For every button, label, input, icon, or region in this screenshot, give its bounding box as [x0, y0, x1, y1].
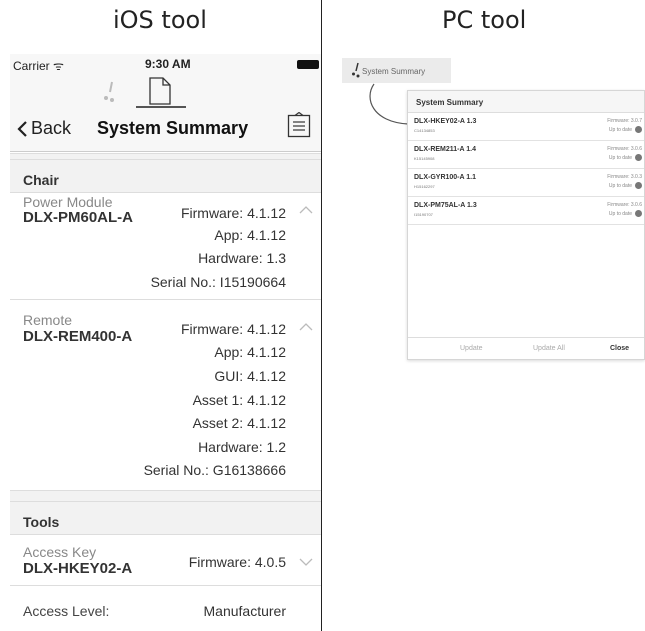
device-firmware: Firmware: 3.0.3: [607, 174, 642, 180]
access-key-label: Access Key: [23, 544, 97, 560]
page-title: System Summary: [97, 118, 249, 138]
device-firmware: Firmware: 3.0.7: [607, 118, 642, 124]
device-name: DLX-REM211-A 1.4: [414, 146, 476, 153]
close-button[interactable]: Close: [610, 345, 629, 352]
tab-system-summary[interactable]: System Summary: [342, 58, 451, 83]
remote-app: App: 4.1.12: [214, 344, 286, 360]
pc-tool-heading: PC tool: [442, 6, 527, 34]
row-divider: [10, 299, 321, 300]
device-serial: K15145908: [414, 156, 435, 161]
power-module-app: App: 4.1.12: [214, 227, 286, 243]
device-status: Up to date: [608, 127, 632, 133]
dialog-title: System Summary: [408, 91, 644, 113]
status-dot-icon: [635, 210, 642, 217]
section-header-tools: Tools: [10, 501, 321, 535]
device-name: DLX-PM75AL-A 1.3: [414, 202, 477, 209]
power-module-hardware: Hardware: 1.3: [198, 250, 286, 266]
device-row[interactable]: DLX-REM211-A 1.4 K15145908 Firmware: 3.0…: [408, 141, 644, 169]
clipboard-icon[interactable]: [287, 112, 311, 138]
status-dot-icon: [635, 126, 642, 133]
chevron-up-icon[interactable]: [299, 322, 313, 332]
device-row[interactable]: DLX-HKEY02-A 1.3 C14134853 Firmware: 3.0…: [408, 113, 644, 141]
remote-gui: GUI: 4.1.12: [214, 368, 286, 384]
wheelchair-icon: [352, 62, 360, 78]
chevron-down-icon[interactable]: [299, 557, 313, 567]
remote-asset-2: Asset 2: 4.1.12: [192, 415, 286, 431]
system-summary-dialog: System Summary DLX-HKEY02-A 1.3 C1413485…: [407, 90, 645, 360]
power-module-label: Power Module: [23, 194, 113, 210]
device-status: Up to date: [608, 183, 632, 189]
device-firmware: Firmware: 3.0.6: [607, 146, 642, 152]
back-label: Back: [31, 118, 72, 138]
power-module-model: DLX-PM60AL-A: [23, 209, 134, 226]
remote-firmware: Firmware: 4.1.12: [180, 321, 286, 337]
device-row[interactable]: DLX-PM75AL-A 1.3 I15190707 Firmware: 3.0…: [408, 197, 644, 225]
update-all-button[interactable]: Update All: [533, 345, 565, 352]
power-module-firmware: Firmware: 4.1.12: [180, 205, 286, 221]
device-serial: H15162297: [414, 184, 435, 189]
status-bar: Carrier ᯤ 9:30 AM: [10, 54, 321, 74]
back-button[interactable]: Back: [16, 118, 71, 139]
panel-divider: [321, 0, 322, 631]
device-status: Up to date: [608, 211, 632, 217]
remote-asset-1: Asset 1: 4.1.12: [192, 392, 286, 408]
carrier-label: Carrier ᯤ: [13, 59, 64, 73]
section-header-chair: Chair: [10, 159, 321, 193]
device-firmware: Firmware: 3.0.6: [607, 202, 642, 208]
status-time: 9:30 AM: [145, 57, 191, 71]
device-status: Up to date: [608, 155, 632, 161]
pointer-arrow: [369, 83, 409, 125]
document-icon[interactable]: [147, 77, 173, 105]
device-name: DLX-HKEY02-A 1.3: [414, 118, 477, 125]
device-name: DLX-GYR100-A 1.1: [414, 174, 476, 181]
chevron-up-icon[interactable]: [299, 205, 313, 215]
device-serial: I15190707: [414, 212, 433, 217]
status-dot-icon: [635, 182, 642, 189]
remote-label: Remote: [23, 312, 73, 328]
remote-hardware: Hardware: 1.2: [198, 439, 286, 455]
nav-bar: Back System Summary: [10, 74, 321, 152]
row-divider: [10, 585, 321, 586]
device-serial: C14134853: [414, 128, 435, 133]
tab-indicator: [136, 106, 186, 108]
wheelchair-icon[interactable]: [102, 80, 118, 104]
status-dot-icon: [635, 154, 642, 161]
access-level-label: Access Level:: [23, 603, 110, 619]
ios-screen: Carrier ᯤ 9:30 AM Back System Summary Ch…: [10, 54, 321, 631]
update-button[interactable]: Update: [460, 345, 483, 352]
tab-label: System Summary: [362, 67, 426, 76]
chevron-left-icon: [17, 120, 27, 137]
battery-icon: [297, 60, 319, 69]
remote-model: DLX-REM400-A: [23, 328, 133, 345]
access-level-value: Manufacturer: [203, 603, 286, 619]
dialog-footer: Update Update All Close: [408, 337, 644, 359]
access-key-model: DLX-HKEY02-A: [23, 560, 133, 577]
power-module-serial: Serial No.: I15190664: [150, 274, 286, 290]
access-key-firmware: Firmware: 4.0.5: [188, 554, 286, 570]
remote-serial: Serial No.: G16138666: [143, 462, 286, 478]
device-row[interactable]: DLX-GYR100-A 1.1 H15162297 Firmware: 3.0…: [408, 169, 644, 197]
ios-tool-heading: iOS tool: [113, 6, 207, 34]
